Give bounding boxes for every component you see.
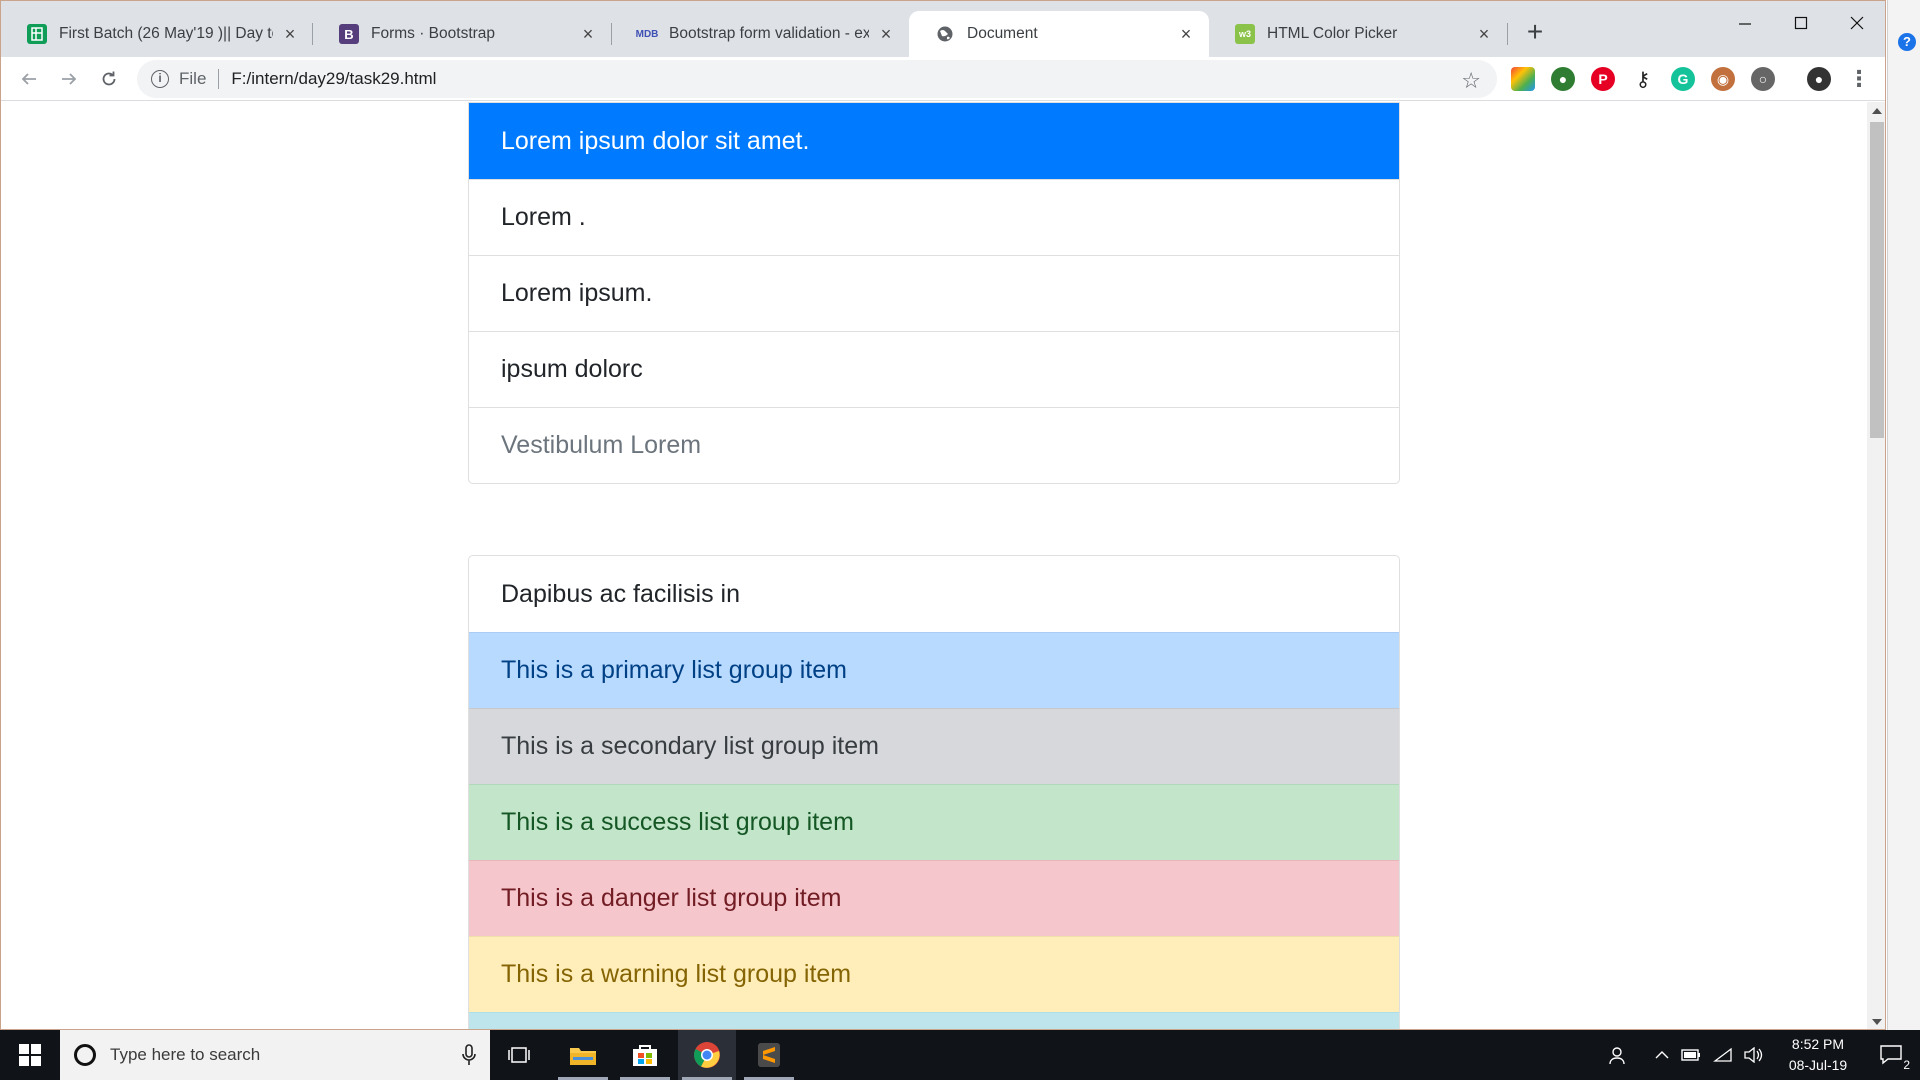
tab-title: First Batch (26 May'19 )|| Day to Day <box>59 25 273 42</box>
omnibox-divider <box>218 69 220 89</box>
taskbar: Type here to search 8:52 PM 08-Jul-19 2 <box>0 1030 1920 1080</box>
sketch-extension-icon[interactable] <box>1511 67 1535 91</box>
google-sheets-icon <box>27 24 47 44</box>
list-item-active[interactable]: Lorem ipsum dolor sit amet. <box>469 103 1399 179</box>
tab-title: HTML Color Picker <box>1267 25 1398 42</box>
cookie-icon[interactable]: ◉ <box>1711 67 1735 91</box>
close-icon[interactable]: × <box>281 25 299 43</box>
notification-count-badge: 2 <box>1903 1058 1910 1072</box>
people-icon[interactable] <box>1600 1030 1638 1080</box>
back-arrow-icon <box>21 73 36 85</box>
tab-document[interactable]: Document × <box>909 11 1209 57</box>
tab-first-batch[interactable]: First Batch (26 May'19 )|| Day to Day × <box>1 11 313 57</box>
list-item[interactable]: ipsum dolorc <box>469 331 1399 407</box>
page-scrollbar[interactable] <box>1867 102 1885 1029</box>
reload-icon <box>102 71 116 86</box>
forward-button[interactable] <box>53 63 85 95</box>
store-button[interactable] <box>616 1030 674 1080</box>
background-window-edge <box>1887 0 1920 1030</box>
key-icon[interactable]: ⚷ <box>1631 67 1655 91</box>
notification-icon <box>1880 1045 1902 1065</box>
list-item-primary[interactable]: This is a primary list group item <box>469 632 1399 708</box>
search-placeholder: Type here to search <box>110 1045 261 1064</box>
close-icon[interactable]: × <box>1177 25 1195 43</box>
chrome-icon <box>694 1042 720 1068</box>
maximize-button[interactable] <box>1773 5 1829 41</box>
tab-title: Bootstrap form validation - exam <box>669 25 869 42</box>
reload-button[interactable] <box>93 63 125 95</box>
list-item-danger[interactable]: This is a danger list group item <box>469 860 1399 936</box>
list-item-success[interactable]: This is a success list group item <box>469 784 1399 860</box>
file-explorer-button[interactable] <box>554 1030 612 1080</box>
address-bar[interactable]: i File F:/intern/day29/task29.html ☆ <box>137 60 1497 98</box>
list-item-info[interactable] <box>469 1012 1399 1029</box>
tab-bootstrap-validation[interactable]: MDB Bootstrap form validation - exam × <box>611 11 909 57</box>
tab-html-color-picker[interactable]: w3 HTML Color Picker × <box>1209 11 1507 57</box>
profile-avatar-icon[interactable]: ● <box>1807 67 1831 91</box>
bootstrap-icon: B <box>339 24 359 44</box>
globe-icon <box>935 24 955 44</box>
taskbar-clock[interactable]: 8:52 PM 08-Jul-19 <box>1770 1034 1866 1076</box>
minimize-button[interactable] <box>1717 5 1773 41</box>
clock-date: 08-Jul-19 <box>1788 1057 1848 1073</box>
sublime-text-button[interactable] <box>740 1030 798 1080</box>
action-center-button[interactable]: 2 <box>1866 1030 1916 1080</box>
browser-toolbar: i File F:/intern/day29/task29.html ☆ ● P… <box>1 57 1885 101</box>
list-group-basic: Lorem ipsum dolor sit amet. Lorem . Lore… <box>468 102 1400 484</box>
wifi-icon[interactable] <box>1708 1030 1738 1080</box>
chevron-up-icon[interactable] <box>1648 1030 1676 1080</box>
list-group-contextual: Dapibus ac facilisis in This is a primar… <box>468 555 1400 1029</box>
close-window-button[interactable] <box>1829 5 1885 41</box>
tab-forms-bootstrap[interactable]: B Forms · Bootstrap × <box>313 11 611 57</box>
new-tab-button[interactable]: + <box>1521 18 1549 47</box>
bookmark-star-icon[interactable]: ☆ <box>1461 68 1481 94</box>
task-view-icon <box>508 1047 530 1063</box>
microphone-icon[interactable] <box>462 1044 476 1066</box>
browser-window: First Batch (26 May'19 )|| Day to Day × … <box>0 0 1886 1030</box>
info-icon[interactable]: i <box>151 70 169 88</box>
chrome-button[interactable] <box>678 1030 736 1080</box>
help-icon[interactable]: ? <box>1898 33 1916 51</box>
grammarly-icon[interactable]: G <box>1671 67 1695 91</box>
list-item-secondary[interactable]: This is a secondary list group item <box>469 708 1399 784</box>
cortana-icon <box>74 1044 96 1066</box>
menu-dots-icon[interactable]: ⋮ <box>1847 66 1871 91</box>
taskbar-search-box[interactable]: Type here to search <box>60 1030 490 1080</box>
scroll-down-arrow-icon[interactable] <box>1872 1019 1882 1025</box>
close-icon[interactable]: × <box>1475 25 1493 43</box>
task-view-button[interactable] <box>490 1030 548 1080</box>
pinterest-icon[interactable]: P <box>1591 67 1615 91</box>
windows-logo-icon <box>19 1044 41 1066</box>
list-item-disabled: Vestibulum Lorem <box>469 407 1399 483</box>
url-text[interactable]: F:/intern/day29/task29.html <box>231 69 436 89</box>
w3schools-icon: w3 <box>1235 24 1255 44</box>
tab-strip: First Batch (26 May'19 )|| Day to Day × … <box>1 1 1885 57</box>
forward-arrow-icon <box>62 73 77 85</box>
list-item[interactable]: Lorem ipsum. <box>469 255 1399 331</box>
scroll-up-arrow-icon[interactable] <box>1872 108 1882 114</box>
close-icon[interactable]: × <box>579 25 597 43</box>
tab-separator <box>1507 23 1508 45</box>
battery-icon[interactable] <box>1676 1030 1706 1080</box>
store-icon <box>633 1045 657 1066</box>
globe-extension-icon[interactable]: ● <box>1551 67 1575 91</box>
scroll-thumb[interactable] <box>1870 122 1884 438</box>
volume-icon[interactable] <box>1738 1030 1768 1080</box>
circle-extension-icon[interactable]: ○ <box>1751 67 1775 91</box>
list-item[interactable]: Dapibus ac facilisis in <box>469 556 1399 632</box>
start-button[interactable] <box>0 1030 60 1080</box>
tab-title: Document <box>967 25 1038 42</box>
folder-icon <box>570 1048 596 1065</box>
page-viewport: Lorem ipsum dolor sit amet. Lorem . Lore… <box>1 102 1867 1029</box>
url-scheme-label: File <box>179 69 207 88</box>
mdb-icon: MDB <box>635 28 659 40</box>
close-icon[interactable]: × <box>877 25 895 43</box>
back-button[interactable] <box>13 63 45 95</box>
list-item[interactable]: Lorem . <box>469 179 1399 255</box>
sublime-text-icon <box>758 1043 780 1067</box>
tab-title: Forms · Bootstrap <box>371 25 496 42</box>
clock-time: 8:52 PM <box>1791 1036 1845 1052</box>
list-item-warning[interactable]: This is a warning list group item <box>469 936 1399 1012</box>
